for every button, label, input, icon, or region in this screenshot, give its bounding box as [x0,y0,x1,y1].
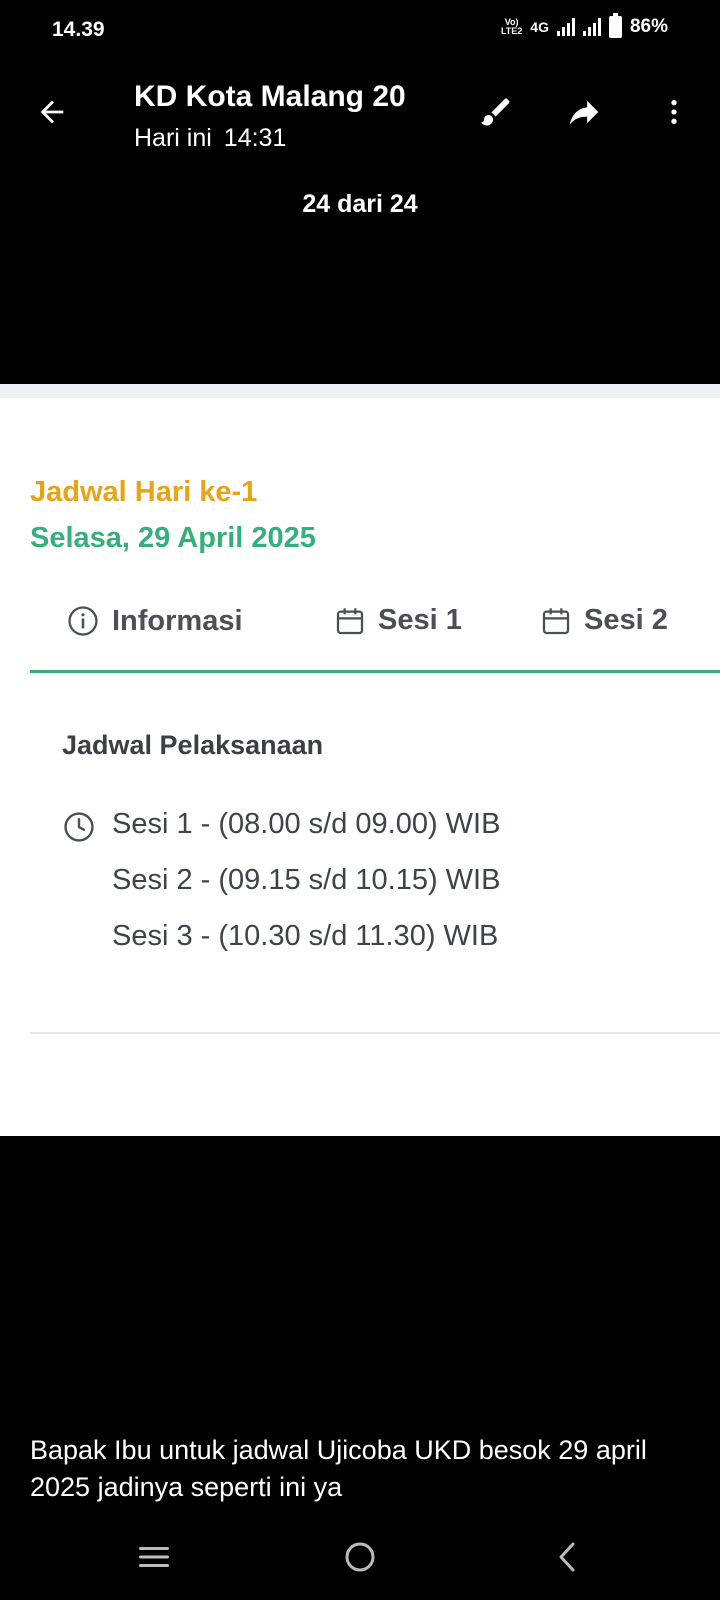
share-icon [569,100,599,125]
session-item-3: Sesi 3 - (10.30 s/d 11.30) WIB [112,920,499,952]
recents-icon [139,1547,169,1567]
subtitle-time: 14:31 [223,124,287,152]
subtitle-day: Hari ini [134,124,212,152]
section-title: Jadwal Pelaksanaan [62,730,324,760]
tab-sesi-1-label: Sesi 1 [378,604,462,636]
tab-sesi-2-label: Sesi 2 [584,604,668,636]
tab-informasi-label: Informasi [112,604,243,637]
calendar-icon [542,607,570,634]
tab-informasi[interactable]: Informasi [66,604,243,638]
battery-icon [608,13,622,38]
day-label: Jadwal Hari ke-1 [30,476,258,508]
nav-back-button[interactable] [538,1532,598,1582]
more-options-button[interactable] [652,90,696,134]
forward-button[interactable] [562,90,606,134]
battery-level: 86% [629,16,668,37]
brush-icon [481,98,510,126]
message-timestamp: Hari ini 14:31 [134,124,298,153]
divider [30,1032,720,1034]
signal-icon-2 [582,18,601,36]
image-caption: Bapak Ibu untuk jadwal Ujicoba UKD besok… [30,1435,647,1502]
tab-bar: Informasi Sesi 1 Sesi 2 [30,604,720,673]
more-vert-icon [671,100,677,124]
tab-sesi-2[interactable]: Sesi 2 [540,604,668,637]
session-item-2: Sesi 2 - (09.15 s/d 10.15) WIB [112,864,501,896]
session-item-1: Sesi 1 - (08.00 s/d 09.00) WIB [112,808,501,840]
media-counter: 24 dari 24 [302,190,418,218]
back-arrow-icon [40,100,64,124]
network-type: 4G [530,19,549,35]
image-viewer[interactable]: Jadwal Hari ke-1 Selasa, 29 April 2025 I… [0,384,720,1136]
info-icon [68,606,98,636]
signal-icon [556,18,575,36]
tab-sesi-1[interactable]: Sesi 1 [334,604,462,637]
back-icon [559,1542,575,1572]
recents-button[interactable] [124,1532,184,1582]
calendar-icon [336,607,364,634]
status-icons: Vo) LTE2 4G 86% [500,13,668,38]
status-time: 14.39 [52,18,105,41]
back-button[interactable] [30,90,74,134]
volte-icon: Vo) LTE2 [500,17,523,36]
home-icon [345,1542,375,1572]
date-label: Selasa, 29 April 2025 [30,522,316,554]
panel-top-strip [0,384,720,398]
clock-icon [64,812,94,842]
edit-button[interactable] [474,90,518,134]
home-button[interactable] [330,1532,390,1582]
chat-title: KD Kota Malang 20 [134,80,406,113]
